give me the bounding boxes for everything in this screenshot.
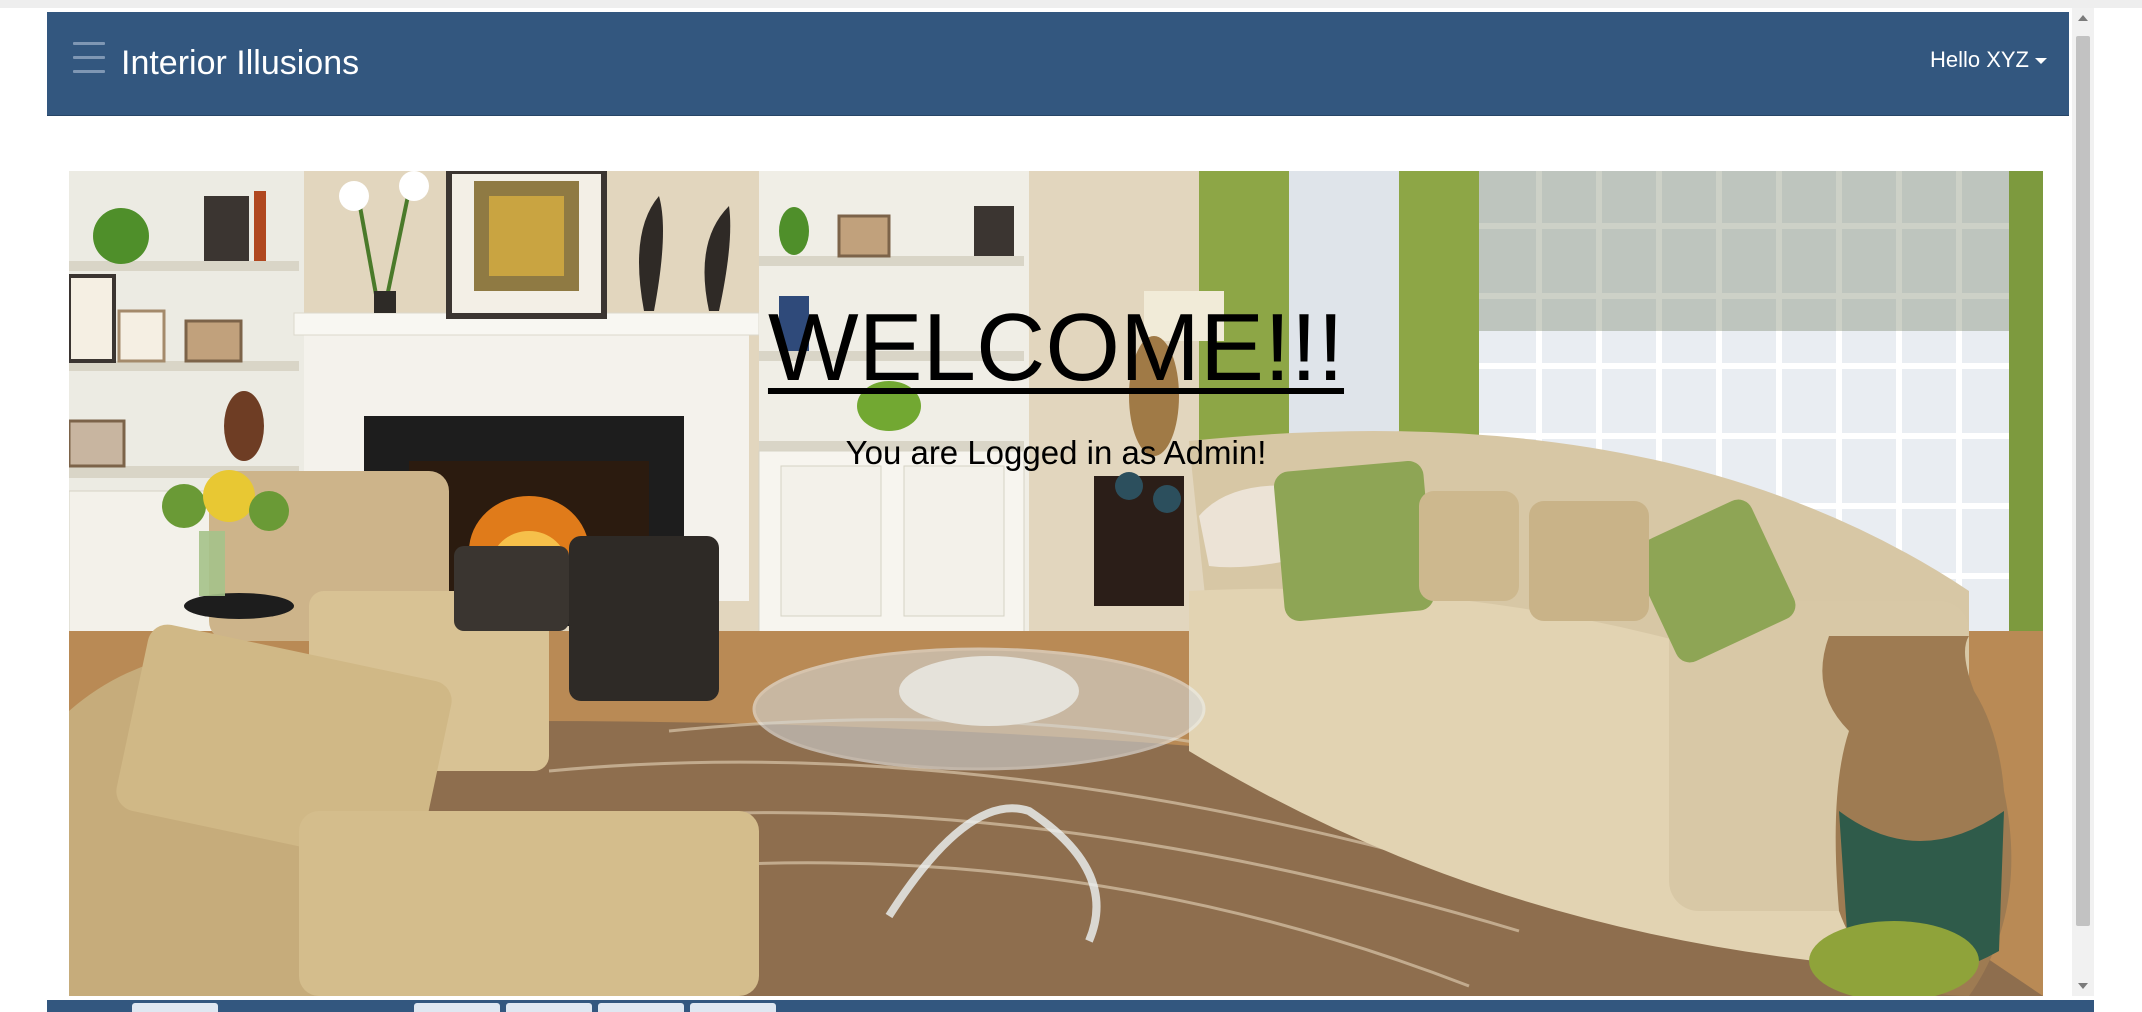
taskbar-tab[interactable]: [598, 1003, 684, 1012]
top-strip: [0, 0, 2142, 8]
logged-in-message: You are Logged in as Admin!: [845, 434, 1267, 471]
scroll-thumb[interactable]: [2076, 36, 2090, 926]
welcome-heading: WELCOME!!!: [767, 294, 1345, 401]
navbar: Interior Illusions Hello XYZ: [47, 12, 2069, 116]
scroll-up-arrow-icon[interactable]: [2072, 8, 2094, 28]
brand-title[interactable]: Interior Illusions: [121, 34, 359, 92]
taskbar-tab[interactable]: [506, 1003, 592, 1012]
user-menu-dropdown[interactable]: Hello XYZ: [1930, 38, 2047, 82]
vertical-scrollbar[interactable]: [2072, 8, 2094, 996]
taskbar-tab[interactable]: [132, 1003, 218, 1012]
hamburger-menu-icon[interactable]: [73, 42, 105, 78]
scroll-down-arrow-icon[interactable]: [2072, 976, 2094, 996]
user-greeting: Hello XYZ: [1929, 47, 2029, 72]
caret-down-icon: [2035, 58, 2047, 65]
taskbar-tab[interactable]: [690, 1003, 776, 1012]
bottom-taskbar-strip: [47, 1000, 2094, 1012]
taskbar-tab[interactable]: [414, 1003, 500, 1012]
hero-banner: WELCOME!!! You are Logged in as Admin!: [69, 171, 2043, 996]
